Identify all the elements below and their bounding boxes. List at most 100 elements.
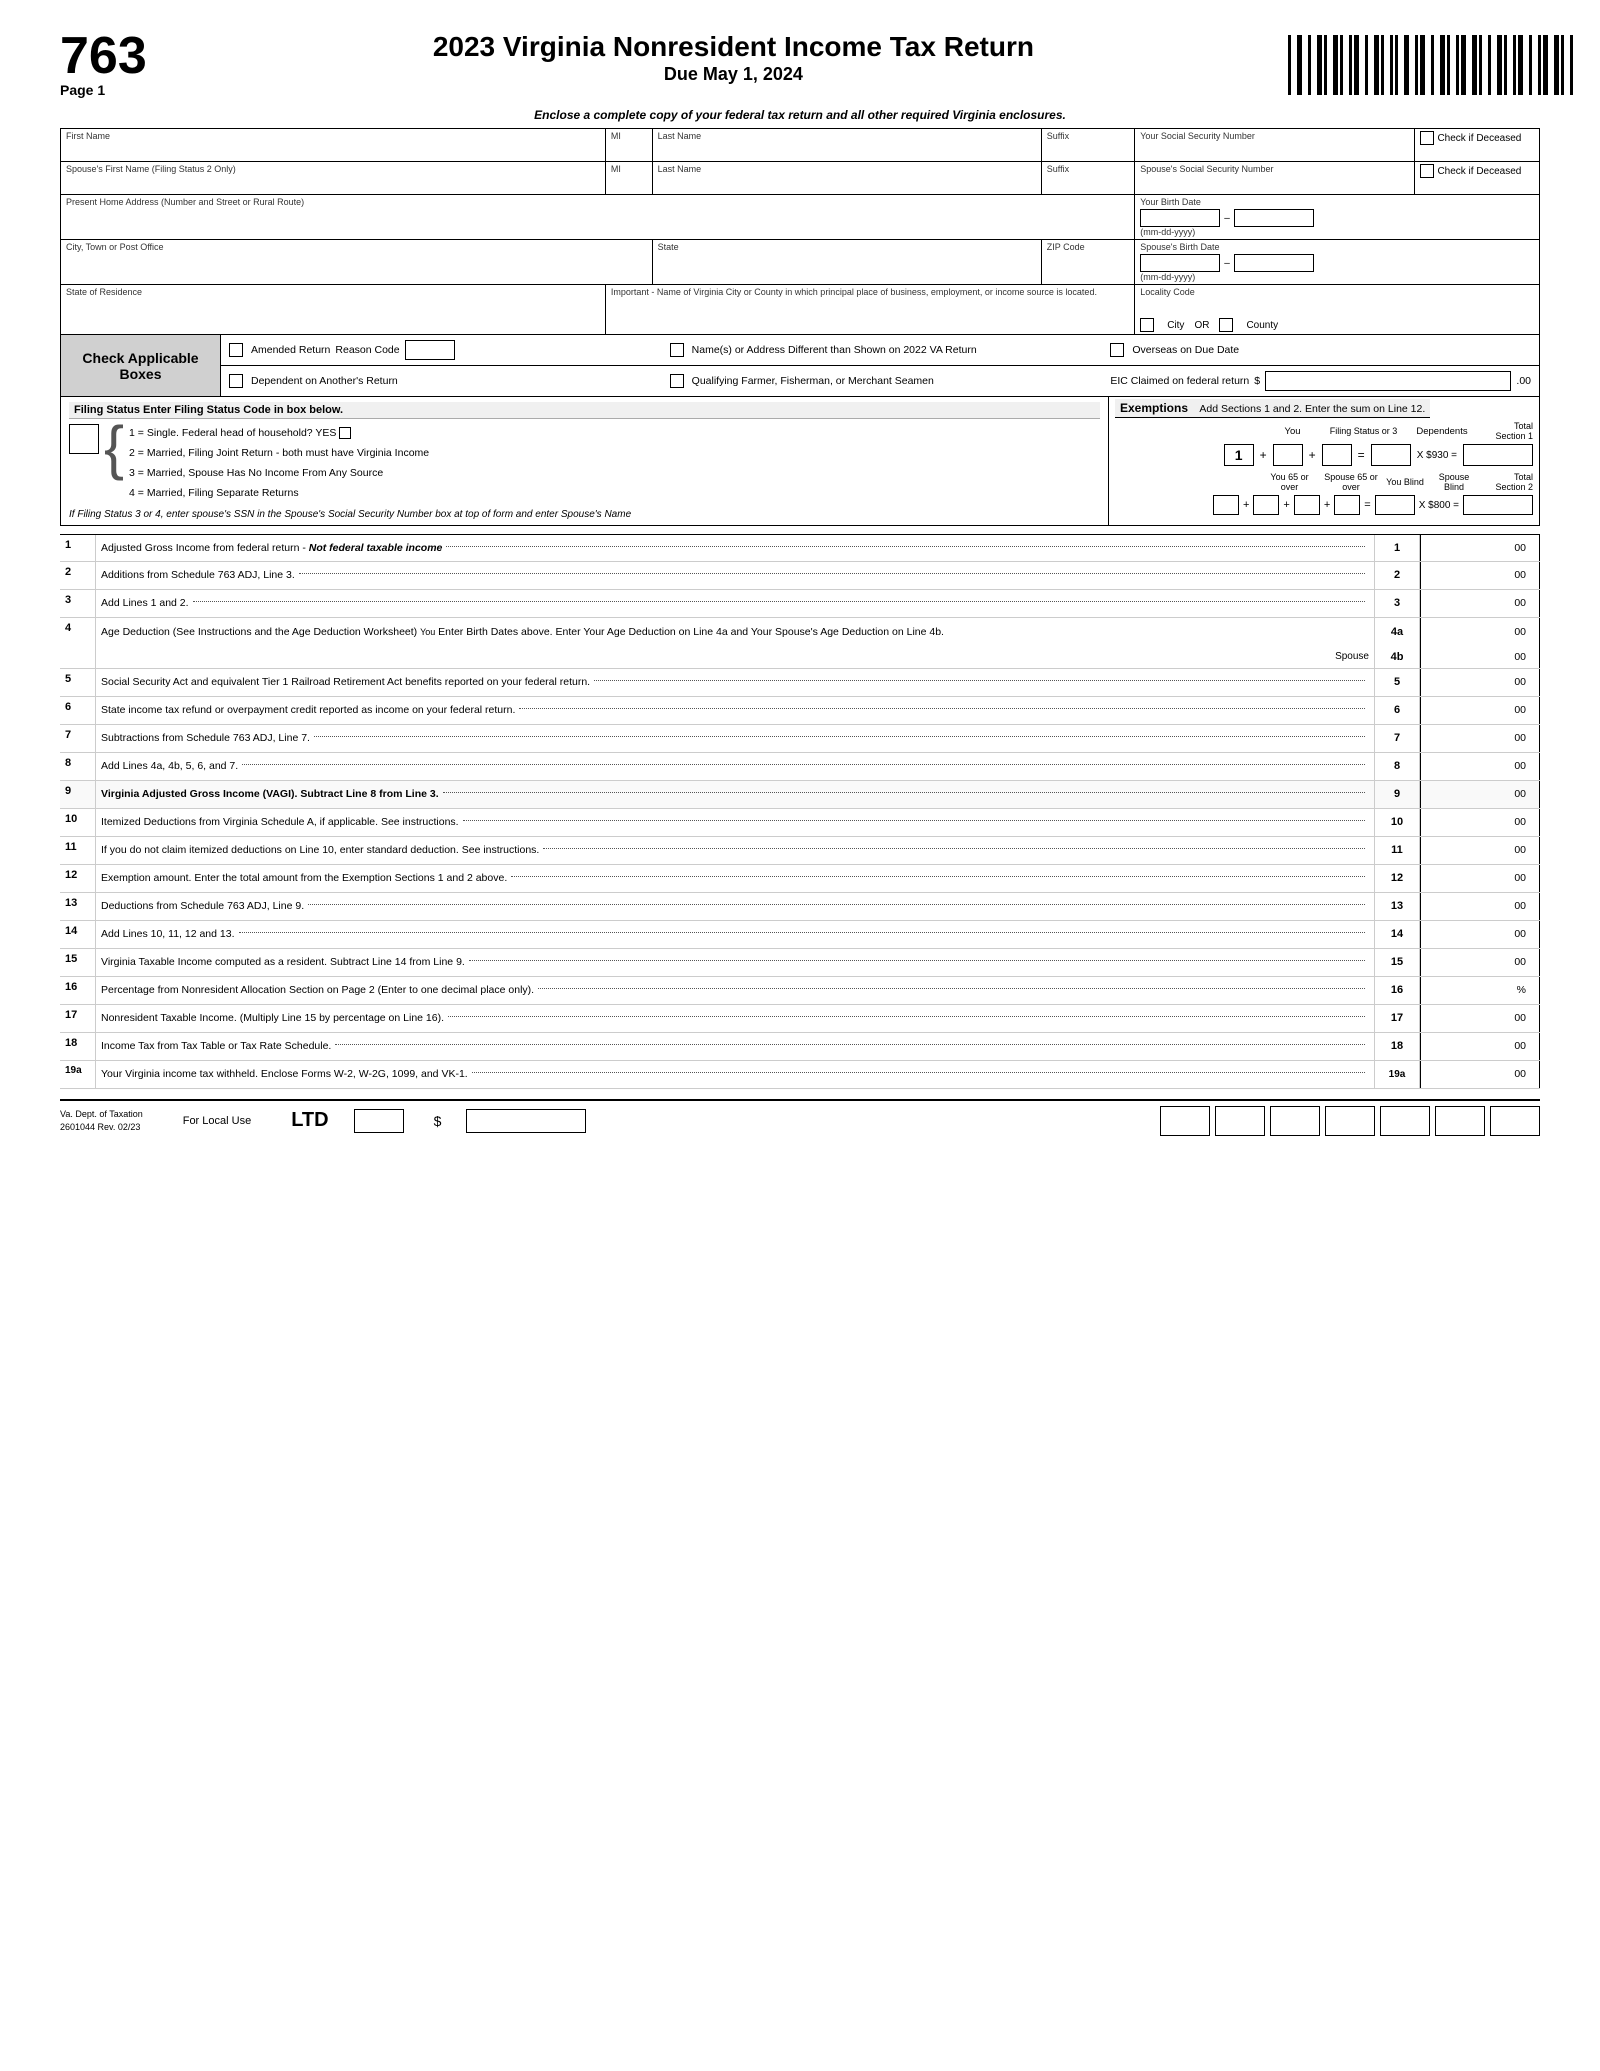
form-title: 2023 Virginia Nonresident Income Tax Ret… bbox=[167, 30, 1300, 64]
line-16-cents: % bbox=[1517, 984, 1526, 996]
line-15-desc: Virginia Taxable Income computed as a re… bbox=[95, 949, 1375, 976]
line-8-amount[interactable]: 00 bbox=[1420, 753, 1540, 780]
first-name-input[interactable] bbox=[66, 141, 600, 159]
eic-dollar: $ bbox=[1254, 375, 1260, 387]
line-15-amount[interactable]: 00 bbox=[1420, 949, 1540, 976]
birth-date-input[interactable] bbox=[1140, 209, 1220, 227]
county-checkbox[interactable] bbox=[1219, 318, 1233, 332]
line-5-ref: 5 bbox=[1375, 669, 1420, 696]
line-17-dots bbox=[448, 1016, 1365, 1017]
line-10-ref: 10 bbox=[1375, 809, 1420, 836]
qualifying-farmer-option: Qualifying Farmer, Fisherman, or Merchan… bbox=[670, 371, 1091, 391]
footer-box-6[interactable] bbox=[1435, 1106, 1485, 1136]
ssn-input[interactable] bbox=[1140, 141, 1409, 159]
line-17-amount[interactable]: 00 bbox=[1420, 1005, 1540, 1032]
reason-code-input[interactable] bbox=[405, 340, 455, 360]
dependents-box[interactable] bbox=[1322, 444, 1352, 466]
line-18-amount[interactable]: 00 bbox=[1420, 1033, 1540, 1060]
line-9-amount[interactable]: 00 bbox=[1420, 781, 1540, 808]
name-address-checkbox[interactable] bbox=[670, 343, 684, 357]
birth-date-input2[interactable] bbox=[1234, 209, 1314, 227]
line-5-amount[interactable]: 00 bbox=[1420, 669, 1540, 696]
footer-box-1[interactable] bbox=[1160, 1106, 1210, 1136]
line-14-desc: Add Lines 10, 11, 12 and 13. bbox=[95, 921, 1375, 948]
line-19a-amount[interactable]: 00 bbox=[1420, 1061, 1540, 1088]
line-12-amount[interactable]: 00 bbox=[1420, 865, 1540, 892]
footer-box-3[interactable] bbox=[1270, 1106, 1320, 1136]
line-4b-desc: Spouse bbox=[95, 646, 1375, 668]
locality-code-cell: Locality Code City OR County bbox=[1135, 285, 1540, 335]
line-18-num: 18 bbox=[60, 1033, 95, 1060]
suffix-label: Suffix bbox=[1047, 131, 1129, 141]
ltd-box[interactable] bbox=[354, 1109, 404, 1133]
filing-status-box[interactable] bbox=[69, 424, 99, 454]
spouse-deceased-checkbox[interactable] bbox=[1420, 164, 1434, 178]
last-name-input[interactable] bbox=[658, 141, 1036, 159]
spouse-mi-input[interactable] bbox=[611, 174, 647, 192]
row-city: City, Town or Post Office State ZIP Code… bbox=[61, 240, 1540, 285]
line-11-amount[interactable]: 00 bbox=[1420, 837, 1540, 864]
line-4a-amount[interactable]: 00 bbox=[1420, 618, 1540, 646]
you-blind-box[interactable] bbox=[1294, 495, 1320, 515]
line-6-ref: 6 bbox=[1375, 697, 1420, 724]
footer-box-7[interactable] bbox=[1490, 1106, 1540, 1136]
deceased-checkbox[interactable] bbox=[1420, 131, 1434, 145]
eic-input[interactable] bbox=[1265, 371, 1511, 391]
you-value: 1 bbox=[1224, 444, 1254, 466]
locality-code-input[interactable] bbox=[1140, 297, 1534, 315]
suffix-input[interactable] bbox=[1047, 141, 1129, 159]
spouse-last-name-input[interactable] bbox=[658, 174, 1036, 192]
amended-checkbox[interactable] bbox=[229, 343, 243, 357]
spouse-suffix-input[interactable] bbox=[1047, 174, 1129, 192]
address-input[interactable] bbox=[66, 207, 1129, 225]
footer-box-4[interactable] bbox=[1325, 1106, 1375, 1136]
line-2-amount[interactable]: 00 bbox=[1420, 562, 1540, 589]
you-65-box[interactable] bbox=[1213, 495, 1239, 515]
spouse-deceased-label: Check if Deceased bbox=[1437, 166, 1521, 177]
dependent-checkbox[interactable] bbox=[229, 374, 243, 388]
line-7-amount[interactable]: 00 bbox=[1420, 725, 1540, 752]
ex-section2-row: + + + = X $800 = bbox=[1115, 495, 1533, 515]
overseas-label: Overseas on Due Date bbox=[1132, 344, 1239, 356]
spouse-last-name-label: Last Name bbox=[658, 164, 1036, 174]
line-4b-amount[interactable]: 00 bbox=[1420, 646, 1540, 668]
zip-input[interactable] bbox=[1047, 252, 1129, 270]
line-13-amount[interactable]: 00 bbox=[1420, 893, 1540, 920]
spouse-birth-date-input2[interactable] bbox=[1234, 254, 1314, 272]
line-16-amount[interactable]: % bbox=[1420, 977, 1540, 1004]
footer-box-5[interactable] bbox=[1380, 1106, 1430, 1136]
yes-checkbox[interactable] bbox=[339, 427, 351, 439]
line-10-amount[interactable]: 00 bbox=[1420, 809, 1540, 836]
line-7-cents: 00 bbox=[1514, 732, 1526, 744]
line-2-ref: 2 bbox=[1375, 562, 1420, 589]
line-4-row: 4 Age Deduction (See Instructions and th… bbox=[60, 618, 1540, 669]
line-9-num: 9 bbox=[60, 781, 95, 808]
line-13-ref: 13 bbox=[1375, 893, 1420, 920]
plus-s2-3: + bbox=[1324, 499, 1330, 511]
virginia-locality-input[interactable] bbox=[611, 297, 1129, 315]
footer-box-2[interactable] bbox=[1215, 1106, 1265, 1136]
spouse-first-name-input[interactable] bbox=[66, 174, 600, 192]
qualifying-farmer-checkbox[interactable] bbox=[670, 374, 684, 388]
line-19a-desc: Your Virginia income tax withheld. Enclo… bbox=[95, 1061, 1375, 1088]
line-3-amount[interactable]: 00 bbox=[1420, 590, 1540, 617]
filing-status-row: { 1 = Single. Federal head of household?… bbox=[69, 424, 1100, 504]
total-s1-label: Total Section 1 bbox=[1483, 421, 1533, 441]
city-input[interactable] bbox=[66, 252, 647, 270]
line-1-ref: 1 bbox=[1375, 535, 1420, 561]
line-1-amount[interactable]: 00 bbox=[1420, 535, 1540, 561]
spouse-birth-date-input[interactable] bbox=[1140, 254, 1220, 272]
line-14-amount[interactable]: 00 bbox=[1420, 921, 1540, 948]
line-6-amount[interactable]: 00 bbox=[1420, 697, 1540, 724]
spouse-65-box[interactable] bbox=[1253, 495, 1279, 515]
state-input[interactable] bbox=[658, 252, 1036, 270]
overseas-checkbox[interactable] bbox=[1110, 343, 1124, 357]
filing-status-box-ex[interactable] bbox=[1273, 444, 1303, 466]
spouse-blind-box[interactable] bbox=[1334, 495, 1360, 515]
footer-amount-box[interactable] bbox=[466, 1109, 586, 1133]
mi-input[interactable] bbox=[611, 141, 647, 159]
line-4a-ref: 4a bbox=[1375, 618, 1420, 646]
city-checkbox[interactable] bbox=[1140, 318, 1154, 332]
residence-input[interactable] bbox=[66, 297, 600, 315]
spouse-ssn-input[interactable] bbox=[1140, 174, 1409, 192]
